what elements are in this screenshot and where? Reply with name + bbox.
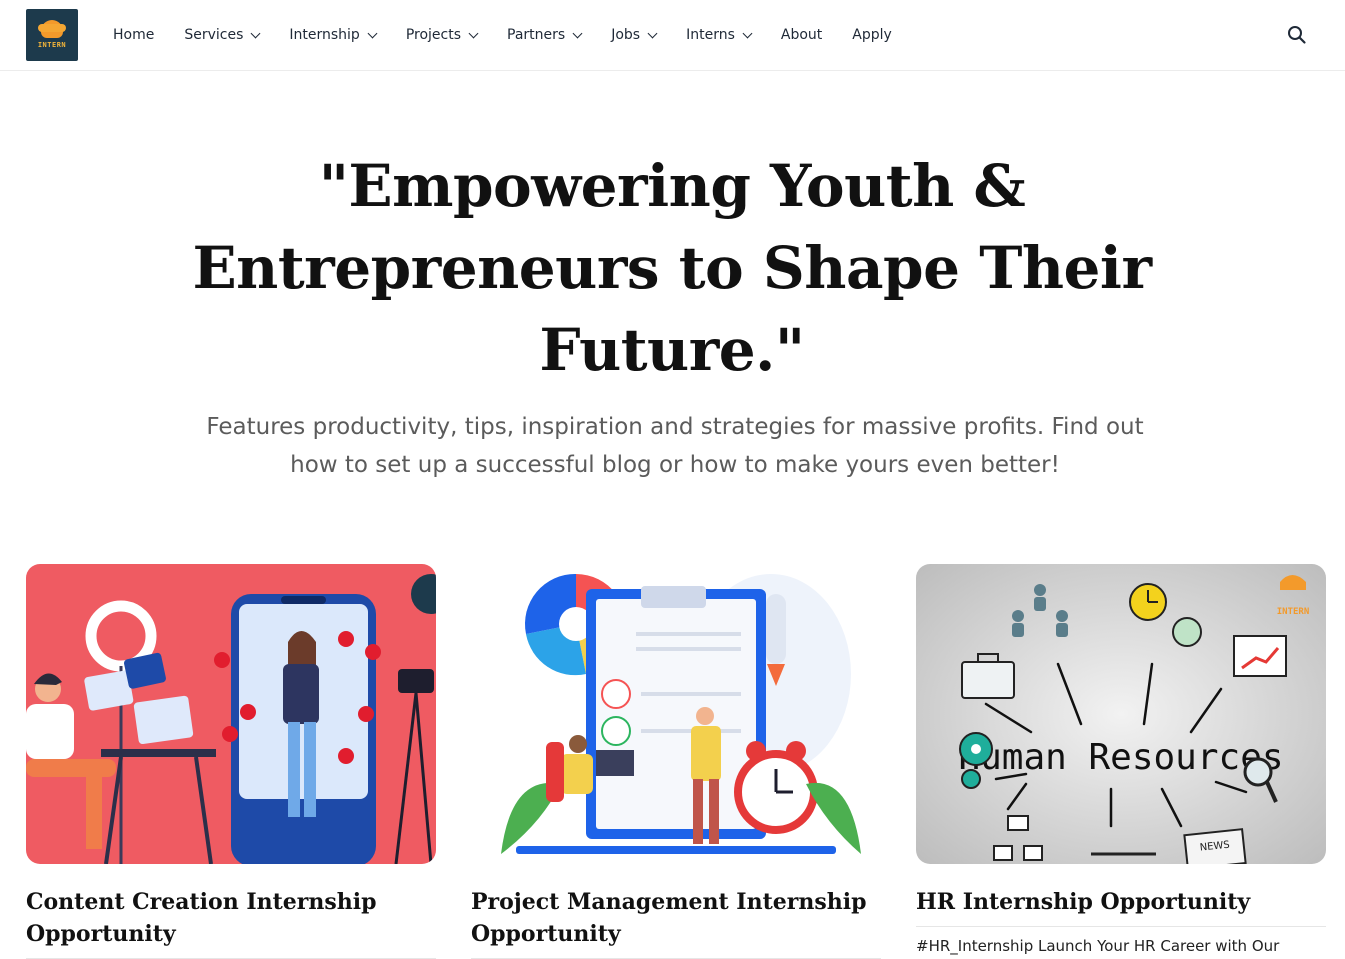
nav-item-partners[interactable]: Partners — [507, 27, 583, 43]
chevron-down-icon — [572, 28, 583, 38]
post-card-hr: Human Resources NEWS INTERN HR Internshi… — [916, 564, 1326, 955]
nav-item-apply[interactable]: Apply — [852, 27, 892, 43]
chevron-down-icon — [647, 28, 658, 38]
watermark-logo-text: INTERN — [1277, 607, 1310, 617]
main-nav: Home Services Internship Projects Partne… — [113, 0, 922, 70]
logo-text: INTERN — [37, 41, 67, 49]
site-header: INTERN Home Services Internship Projects… — [0, 0, 1345, 71]
nav-item-jobs[interactable]: Jobs — [611, 27, 658, 43]
post-card-project-management: Project Management Internship Opportunit… — [471, 564, 881, 959]
logo-sun-icon — [38, 20, 66, 38]
nav-item-interns[interactable]: Interns — [686, 27, 753, 43]
hero-title: "Empowering Youth & Entrepreneurs to Sha… — [192, 152, 1152, 384]
post-title[interactable]: Project Management Internship Opportunit… — [471, 886, 881, 954]
nav-item-about[interactable]: About — [781, 27, 822, 43]
post-thumbnail[interactable] — [471, 564, 881, 864]
nav-label: About — [780, 27, 823, 43]
search-icon[interactable] — [1287, 25, 1307, 45]
nav-label: Apply — [852, 27, 892, 43]
nav-label: Projects — [405, 27, 462, 43]
nav-item-services[interactable]: Services — [184, 27, 261, 43]
nav-label: Services — [184, 27, 244, 43]
nav-item-internship[interactable]: Internship — [289, 27, 378, 43]
nav-item-projects[interactable]: Projects — [405, 27, 479, 43]
chevron-down-icon — [468, 28, 479, 38]
chevron-down-icon — [742, 28, 753, 38]
site-logo[interactable]: INTERN — [26, 9, 78, 61]
nav-item-home[interactable]: Home — [113, 27, 154, 43]
chevron-down-icon — [367, 28, 378, 38]
chevron-down-icon — [250, 28, 261, 38]
nav-label: Partners — [507, 27, 566, 43]
post-thumbnail[interactable] — [26, 564, 436, 864]
post-card-content-creation: Content Creation Internship Opportunity — [26, 564, 436, 959]
post-excerpt: #HR_Internship Launch Your HR Career wit… — [916, 937, 1280, 955]
post-title[interactable]: HR Internship Opportunity — [916, 886, 1326, 922]
post-title[interactable]: Content Creation Internship Opportunity — [26, 886, 436, 954]
nav-label: Interns — [686, 27, 735, 43]
divider — [916, 926, 1326, 927]
hero-subtitle: Features productivity, tips, inspiration… — [206, 414, 1144, 478]
nav-label: Jobs — [611, 27, 641, 43]
nav-label: Home — [113, 27, 155, 43]
nav-label: Internship — [289, 27, 360, 43]
board-text: Human Resources — [958, 737, 1283, 778]
post-thumbnail[interactable]: Human Resources NEWS INTERN — [916, 564, 1326, 864]
